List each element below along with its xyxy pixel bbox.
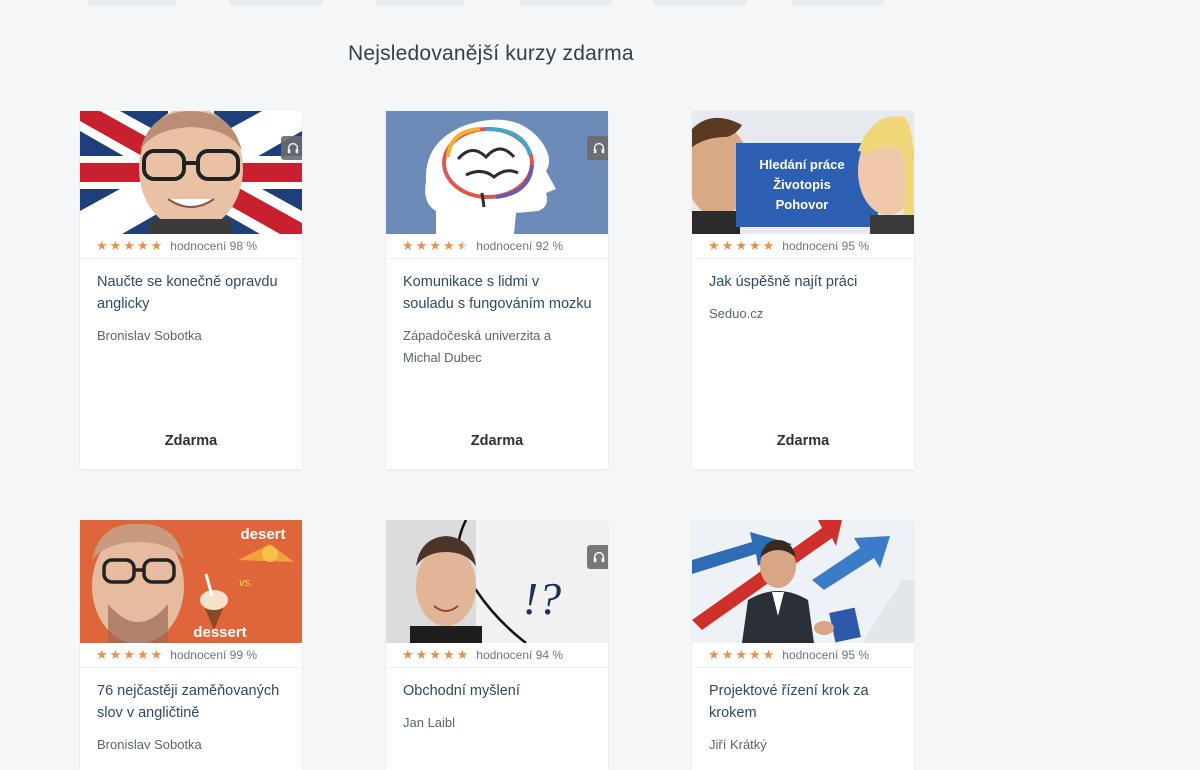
star-icon: ★ [442, 647, 455, 662]
course-title-link[interactable]: Komunikace s lidmi v souladu s fungování… [403, 271, 592, 315]
course-thumbnail[interactable]: desert vs. dessert [80, 520, 302, 643]
star-icon: ★ [415, 238, 428, 253]
rating-text: hodnocení 95 % [782, 238, 870, 253]
star-rating: ★ ★ ★ ★ ★ [402, 239, 468, 252]
course-title-link[interactable]: Obchodní myšlení [403, 680, 592, 702]
star-icon: ★ [402, 238, 414, 253]
star-icon: ★ [735, 647, 747, 662]
star-icon: ★ [415, 647, 428, 662]
course-card[interactable]: !? ★ ★ ★ ★ ★ hodnocení 94 % Obchodní myšlení… [386, 520, 608, 770]
rating-bar: ★ ★ ★ ★ ★ hodnocení 95 % [692, 642, 914, 668]
course-card[interactable]: ★ ★ ★ ★ ★ hodnocení 95 % Projektové řízení k… [692, 520, 914, 770]
course-price: Zdarma [776, 433, 830, 449]
thumbnail-caption: Pohovor [776, 197, 829, 212]
star-icon: ★ [109, 238, 122, 253]
star-icon: ★ [150, 238, 163, 253]
star-icon: ★ [136, 647, 149, 662]
course-thumbnail[interactable] [692, 520, 914, 643]
top-nav-strip [80, 0, 920, 8]
star-icon: ★ [762, 647, 775, 662]
course-title-link[interactable]: Naučte se konečně opravdu anglicky [97, 271, 286, 315]
star-icon: ★ [123, 238, 135, 253]
course-card[interactable]: ★ ★ ★ ★ ★ hodnocení 98 % Naučte se konečně o… [80, 111, 302, 469]
thumbnail-caption: Hledání práce [759, 157, 844, 172]
course-author: Seduo.cz [709, 306, 764, 321]
course-card[interactable]: Hledání práce Životopis Pohovor ★ ★ ★ ★ ★ ho… [692, 111, 914, 469]
star-icon: ★ [721, 238, 734, 253]
star-icon: ★ [136, 238, 149, 253]
star-rating: ★ ★ ★ ★ ★ [708, 239, 774, 252]
star-icon: ★ [429, 647, 441, 662]
star-icon: ★ [402, 647, 414, 662]
star-icon: ★ [721, 647, 734, 662]
star-icon: ★ [708, 238, 720, 253]
course-price: Zdarma [164, 433, 218, 449]
star-icon: ★ [762, 238, 775, 253]
star-rating: ★ ★ ★ ★ ★ [96, 648, 162, 661]
headphones-icon [587, 136, 608, 160]
thumbnail-caption: dessert [193, 624, 246, 641]
thumbnail-caption: Životopis [773, 177, 831, 192]
star-icon: ★ [442, 238, 455, 253]
star-icon: ★ [708, 647, 720, 662]
course-title-link[interactable]: Jak úspěšně najít práci [709, 271, 898, 293]
thumbnail-caption: vs. [239, 577, 253, 589]
course-author: Jiří Krátký [709, 737, 767, 752]
course-thumbnail[interactable]: !? [386, 520, 608, 643]
course-thumbnail[interactable] [80, 111, 302, 234]
headphones-icon [281, 136, 302, 160]
rating-text: hodnocení 92 % [476, 238, 564, 253]
section-title: Nejsledovanější kurzy zdarma [348, 42, 634, 65]
rating-bar: ★ ★ ★ ★ ★ hodnocení 95 % [692, 233, 914, 259]
star-icon: ★ [96, 238, 108, 253]
thumbnail-caption: desert [240, 526, 285, 543]
course-thumbnail[interactable] [386, 111, 608, 234]
star-icon: ★ [123, 647, 135, 662]
rating-text: hodnocení 98 % [170, 238, 258, 253]
course-author: Jan Laibl [403, 715, 456, 730]
rating-bar: ★ ★ ★ ★ ★ hodnocení 94 % [386, 642, 608, 668]
course-author: Západočeská univerzita a Michal Dubec [403, 328, 552, 365]
star-icon: ★ [456, 647, 469, 662]
thumbnail-caption: !? [523, 573, 561, 624]
star-half-icon: ★ [456, 238, 469, 253]
course-thumbnail[interactable]: Hledání práce Životopis Pohovor [692, 111, 914, 234]
star-rating: ★ ★ ★ ★ ★ [96, 239, 162, 252]
star-rating: ★ ★ ★ ★ ★ [402, 648, 468, 661]
course-title-link[interactable]: 76 nejčastěji zaměňovaných slov v anglič… [97, 680, 286, 724]
course-author: Bronislav Sobotka [97, 328, 202, 343]
course-author: Bronislav Sobotka [97, 737, 202, 752]
rating-text: hodnocení 95 % [782, 647, 870, 662]
headphones-icon [587, 545, 608, 569]
star-rating: ★ ★ ★ ★ ★ [708, 648, 774, 661]
star-icon: ★ [109, 647, 122, 662]
rating-bar: ★ ★ ★ ★ ★ hodnocení 98 % [80, 233, 302, 259]
course-price: Zdarma [470, 433, 524, 449]
course-title-link[interactable]: Projektové řízení krok za krokem [709, 680, 898, 724]
star-icon: ★ [150, 647, 163, 662]
course-card[interactable]: desert vs. dessert ★ ★ ★ ★ ★ hodnocení 99 % … [80, 520, 302, 770]
star-icon: ★ [429, 238, 441, 253]
star-icon: ★ [735, 238, 747, 253]
rating-bar: ★ ★ ★ ★ ★ hodnocení 92 % [386, 233, 608, 259]
rating-bar: ★ ★ ★ ★ ★ hodnocení 99 % [80, 642, 302, 668]
course-card[interactable]: ★ ★ ★ ★ ★ hodnocení 92 % Komunikace s lidmi … [386, 111, 608, 469]
star-icon: ★ [96, 647, 108, 662]
rating-text: hodnocení 99 % [170, 647, 258, 662]
rating-text: hodnocení 94 % [476, 647, 564, 662]
star-icon: ★ [748, 647, 761, 662]
star-icon: ★ [748, 238, 761, 253]
